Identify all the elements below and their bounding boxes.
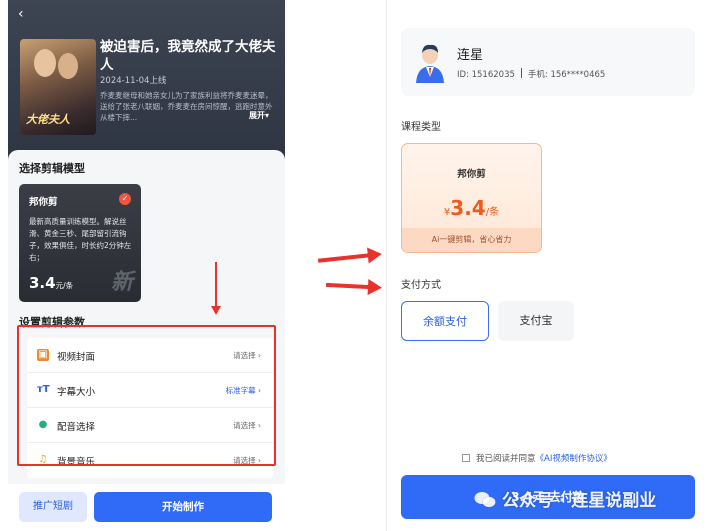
poster-figure [34,49,56,77]
user-card: 连星 ID: 15162035 手机: 156****0465 [401,28,695,96]
watermark: 公众号 · 连星说副业 [474,486,656,511]
model-price: 3.4元/条 [29,274,73,292]
annotation-arrow [215,262,217,310]
promo-button[interactable]: 推广短剧 [19,492,87,522]
payment-option-balance[interactable]: 余额支付 [401,301,489,341]
divider [520,68,522,78]
drama-date: 2024-11-04上线 [100,76,167,86]
param-item-video-cover[interactable]: ▣ 视频封面 请选择 › [27,338,273,373]
annotation-arrow [317,253,371,263]
agreement: 我已阅读并同意《AI视频制作协议》 [462,452,612,464]
check-icon: ✓ [119,193,131,205]
param-label: 配音选择 [57,422,96,433]
param-item-music[interactable]: ♫ 背景音乐 请选择 › [27,443,273,478]
course-section-title: 课程类型 [401,122,441,133]
param-item-voice[interactable]: ● 配音选择 请选择 › [27,408,273,443]
param-label: 视频封面 [57,352,96,363]
chevron-left-icon[interactable]: ‹ [18,6,24,22]
right-payment-screen: 连星 ID: 15162035 手机: 156****0465 课程类型 邦你剪 … [386,0,715,531]
music-icon: ♫ [38,454,48,465]
param-item-font-size[interactable]: ᴛT 字幕大小 标准字幕 › [27,373,273,408]
annotation-arrow-head [211,306,221,315]
params-section-title: 设置剪辑参数 [19,316,85,329]
model-name: 邦你剪 [29,197,58,208]
composite-screenshot: ‹ 大佬夫人 被迫害后，我竟然成了大佬夫人 2024-11-04上线 乔麦麦继母… [0,0,715,531]
user-phone: 手机: 156****0465 [527,70,606,80]
bottom-action-bar: 推广短剧 开始制作 [8,484,285,531]
user-meta: ID: 15162035 手机: 156****0465 [457,68,605,80]
user-name: 连星 [457,48,484,63]
course-card[interactable]: 邦你剪 ¥3.4/条 Ai一键剪辑，省心省力 [401,143,542,253]
user-id: ID: 15162035 [457,70,515,80]
param-list: ▣ 视频封面 请选择 › ᴛT 字幕大小 标准字幕 › ● 配音选择 请选择 ›… [27,338,273,478]
agreement-text: 我已阅读并同意 [476,454,536,464]
font-size-icon: ᴛT [37,384,50,395]
drama-description: 乔麦麦继母和她亲女儿为了家族利益将乔麦麦迷晕，送给了张老八联姻，乔麦麦在房间惊醒… [100,91,273,122]
drama-poster: 大佬夫人 [20,39,96,135]
poster-title: 大佬夫人 [26,113,70,126]
model-description: 最新高质量训练模型。解说丝滑、黄金三秒、尾部留引流钩子，效果俱佳，时长约2分钟左… [29,217,132,262]
payment-section-title: 支付方式 [401,280,441,291]
model-price-unit: 元/条 [55,281,74,290]
edit-settings-panel: 选择剪辑模型 邦你剪 ✓ 最新高质量训练模型。解说丝滑、黄金三秒、尾部留引流钩子… [8,150,285,531]
annotation-arrow [325,282,371,290]
param-value: 请选择 › [233,421,261,430]
model-price-value: 3.4 [29,274,56,292]
expand-button[interactable]: 展开▾ [249,110,269,121]
left-phone-screen: ‹ 大佬夫人 被迫害后，我竟然成了大佬夫人 2024-11-04上线 乔麦麦继母… [8,0,285,531]
avatar [416,44,444,83]
drama-title: 被迫害后，我竟然成了大佬夫人 [100,39,276,73]
param-label: 字幕大小 [57,387,96,398]
drama-header: ‹ 大佬夫人 被迫害后，我竟然成了大佬夫人 2024-11-04上线 乔麦麦继母… [8,0,285,160]
new-logo: 新 [110,270,133,295]
course-tag: Ai一键剪辑，省心省力 [402,228,541,252]
agreement-link[interactable]: 《AI视频制作协议》 [536,454,612,464]
poster-figure [58,53,78,79]
param-label: 背景音乐 [57,457,96,468]
video-cover-icon: ▣ [37,349,49,361]
course-price-value: 3.4 [450,196,486,220]
agreement-checkbox[interactable] [462,454,470,462]
voice-icon: ● [38,419,48,430]
param-value: 标准字幕 › [225,386,261,395]
param-value: 请选择 › [233,456,261,465]
payment-option-alipay[interactable]: 支付宝 [498,301,574,341]
course-price-unit: /条 [485,207,500,218]
param-value: 请选择 › [233,351,261,360]
wechat-icon [474,492,496,508]
start-button[interactable]: 开始制作 [94,492,272,522]
model-card[interactable]: 邦你剪 ✓ 最新高质量训练模型。解说丝滑、黄金三秒、尾部留引流钩子，效果俱佳，时… [19,184,141,302]
course-name: 邦你剪 [457,169,486,180]
watermark-text: 公众号 · 连星说副业 [502,491,657,511]
course-price: ¥3.4/条 [402,196,541,220]
model-section-title: 选择剪辑模型 [19,162,85,175]
